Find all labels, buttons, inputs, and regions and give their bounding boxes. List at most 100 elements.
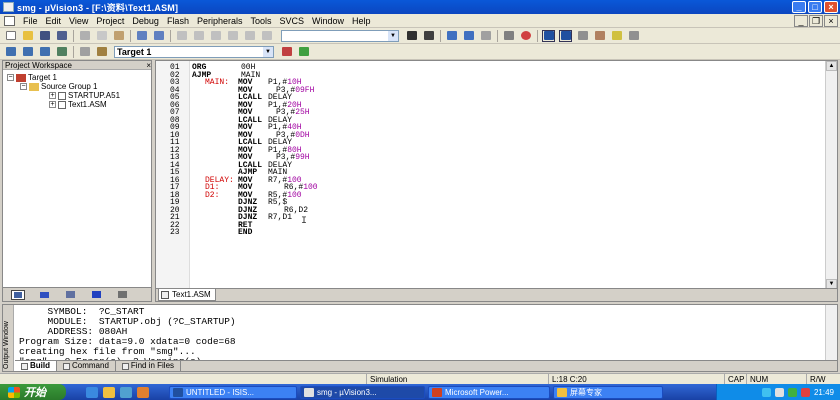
uvision-app-icon[interactable] xyxy=(3,2,14,12)
workspace-toggle-button[interactable] xyxy=(542,29,555,42)
target-select[interactable]: Target 1 ▼ xyxy=(114,45,274,58)
bookmark-button[interactable] xyxy=(209,30,222,42)
code-line[interactable]: 11 LCALL DELAY xyxy=(156,139,796,147)
doc-minimize-button[interactable]: _ xyxy=(794,15,808,27)
clear-bookmarks-button[interactable] xyxy=(260,30,273,42)
unindent-button[interactable] xyxy=(192,30,205,42)
indent-button[interactable] xyxy=(175,30,188,42)
tab-build[interactable]: Build xyxy=(15,361,57,371)
copy-button[interactable] xyxy=(95,30,108,42)
doc-restore-button[interactable]: ❐ xyxy=(809,15,823,27)
save-button[interactable] xyxy=(38,30,51,42)
code-line[interactable]: 17 D1: MOV R6,#100 xyxy=(156,184,796,192)
collapse-icon[interactable]: − xyxy=(20,83,27,90)
task-isis[interactable]: UNTITLED - ISIS... xyxy=(169,385,297,399)
hand-button[interactable] xyxy=(593,30,606,42)
title-bar[interactable]: smg - µVision3 - [F:\资料\Text1.ASM] _ □ × xyxy=(0,0,840,14)
save-all-button[interactable] xyxy=(55,30,68,42)
chevron-down-icon[interactable]: ▼ xyxy=(388,30,398,41)
undo-button[interactable] xyxy=(135,30,148,42)
download-button[interactable] xyxy=(55,46,68,58)
cut-button[interactable] xyxy=(78,30,91,42)
menu-svcs[interactable]: SVCS xyxy=(276,16,309,26)
clock[interactable]: 21:49 xyxy=(814,388,834,397)
component-button[interactable] xyxy=(280,46,293,58)
next-bookmark-button[interactable] xyxy=(243,30,256,42)
menu-help[interactable]: Help xyxy=(348,16,375,26)
tab-files[interactable] xyxy=(11,289,25,300)
code-line[interactable]: 06 MOV P1,#20H xyxy=(156,101,796,109)
output-vertical-scrollbar[interactable] xyxy=(825,305,837,361)
code-line[interactable]: 21 DJNZ R7,D1 xyxy=(156,214,796,222)
close-button[interactable]: × xyxy=(824,1,838,13)
tab-find-in-files[interactable]: Find in Files xyxy=(116,361,182,371)
tree-item-file[interactable]: + Text1.ASM xyxy=(3,100,151,109)
collapse-icon[interactable]: − xyxy=(7,74,14,81)
tab-books[interactable] xyxy=(63,290,77,300)
expand-icon[interactable]: + xyxy=(49,92,56,99)
code-line[interactable]: 23 END xyxy=(156,229,796,237)
task-powerpoint[interactable]: Microsoft Power... xyxy=(428,385,550,399)
find-in-files-button[interactable] xyxy=(422,30,435,42)
new-file-button[interactable] xyxy=(4,30,17,42)
tab-text1-asm[interactable]: Text1.ASM xyxy=(158,289,216,301)
workspace-close-icon[interactable]: × xyxy=(146,61,151,70)
prev-bookmark-button[interactable] xyxy=(226,30,239,42)
menu-window[interactable]: Window xyxy=(308,16,348,26)
find-button[interactable] xyxy=(405,30,418,42)
configure-button[interactable] xyxy=(576,30,589,42)
build-button[interactable] xyxy=(21,46,34,58)
security-icon[interactable] xyxy=(787,387,797,397)
task-uvision[interactable]: smg - µVision3... xyxy=(300,385,425,399)
menu-peripherals[interactable]: Peripherals xyxy=(193,16,247,26)
tree-item-file[interactable]: + STARTUP.A51 xyxy=(3,91,151,100)
code-line[interactable]: 16 DELAY: MOV R7,#100 xyxy=(156,176,796,184)
code-line[interactable]: 02 AJMP MAIN xyxy=(156,71,796,80)
menu-file[interactable]: File xyxy=(19,16,42,26)
open-button[interactable] xyxy=(21,30,34,42)
folder-icon[interactable] xyxy=(103,386,115,398)
tools-button[interactable] xyxy=(627,30,640,42)
code-line[interactable]: 22 RET xyxy=(156,221,796,230)
tree-item-target[interactable]: − Target 1 xyxy=(3,73,151,82)
tree-item-group[interactable]: − Source Group 1 xyxy=(3,82,151,91)
network-icon[interactable] xyxy=(761,387,771,397)
menu-project[interactable]: Project xyxy=(92,16,128,26)
menu-debug[interactable]: Debug xyxy=(128,16,163,26)
stop-build-button[interactable] xyxy=(78,46,91,58)
document-icon[interactable] xyxy=(4,15,15,26)
maximize-button[interactable]: □ xyxy=(808,1,822,13)
source-browser-button[interactable] xyxy=(479,30,492,42)
code-line[interactable]: 08 LCALL DELAY xyxy=(156,116,796,125)
forward-button[interactable] xyxy=(462,30,475,42)
volume-icon[interactable] xyxy=(774,387,784,397)
code-line[interactable]: 03 MAIN: MOV P1,#10H xyxy=(156,79,796,87)
code-line[interactable]: 15 AJMP MAIN xyxy=(156,169,796,177)
menu-flash[interactable]: Flash xyxy=(163,16,193,26)
media-icon[interactable] xyxy=(137,386,149,398)
rebuild-button[interactable] xyxy=(38,46,51,58)
translate-button[interactable] xyxy=(4,46,17,58)
menu-view[interactable]: View xyxy=(65,16,92,26)
minimize-button[interactable]: _ xyxy=(792,1,806,13)
task-screen-expert[interactable]: 屏幕专家 xyxy=(553,385,663,399)
code-line[interactable]: 12 MOV P1,#80H xyxy=(156,146,796,154)
start-button[interactable]: 开始 xyxy=(0,384,66,400)
menu-tools[interactable]: Tools xyxy=(246,16,275,26)
doc-close-button[interactable]: × xyxy=(824,15,838,27)
chevron-down-icon[interactable]: ▼ xyxy=(263,46,273,57)
code-area[interactable]: 01 ORG 00H 02 AJMP MAIN 03 MAIN: MOV P1,#10H 04 MOV… xyxy=(156,64,796,237)
menu-edit[interactable]: Edit xyxy=(42,16,66,26)
code-editor[interactable]: 01 ORG 00H 02 AJMP MAIN 03 MAIN: MOV P1,#10H 04 MOV… xyxy=(155,60,838,302)
expand-icon[interactable]: + xyxy=(49,101,56,108)
tab-registers[interactable] xyxy=(37,290,51,300)
back-button[interactable] xyxy=(445,30,458,42)
paste-button[interactable] xyxy=(112,30,125,42)
bulb-button[interactable] xyxy=(610,30,623,42)
print-button[interactable] xyxy=(502,30,515,42)
build-output-text[interactable]: SYMBOL: ?C_START MODULE: STARTUP.obj (?C… xyxy=(19,307,236,367)
target-options-button[interactable] xyxy=(95,46,108,58)
output-toggle-button[interactable] xyxy=(559,29,572,42)
ie-icon[interactable] xyxy=(86,386,98,398)
find-combo[interactable]: ▼ xyxy=(281,29,399,42)
